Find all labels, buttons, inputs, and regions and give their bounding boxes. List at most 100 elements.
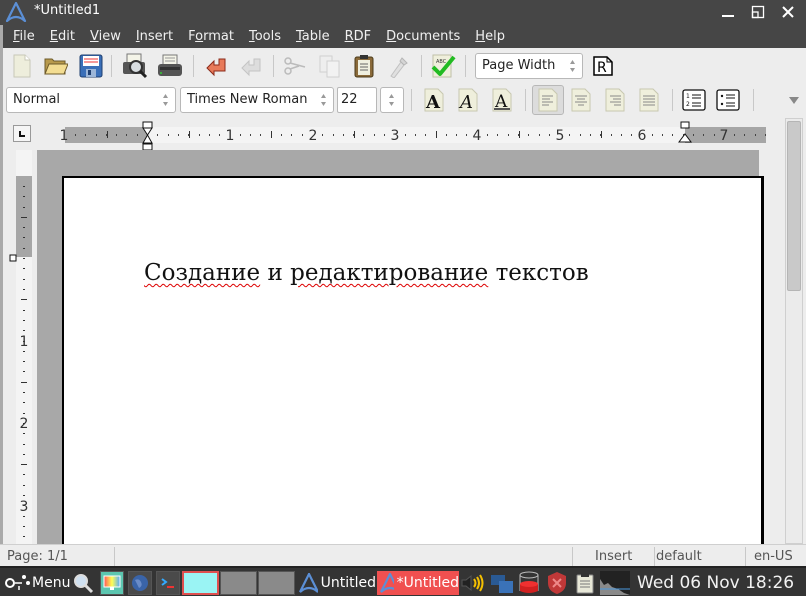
- vertical-ruler[interactable]: 1 2 3: [0, 150, 37, 544]
- word[interactable]: текстов: [496, 260, 589, 286]
- menu-help[interactable]: Help: [475, 29, 505, 44]
- document-text[interactable]: Создание и редактирование текстов: [144, 260, 589, 286]
- ruler-tick: [106, 134, 107, 136]
- align-center-icon[interactable]: [568, 87, 594, 113]
- vertical-scrollbar[interactable]: [785, 118, 803, 544]
- word[interactable]: и: [267, 260, 282, 286]
- menu-label-rest: ools: [254, 29, 281, 44]
- font-size-input[interactable]: 22: [337, 87, 377, 113]
- vruler-label: 1: [20, 334, 29, 350]
- web-browser-icon[interactable]: [128, 571, 152, 595]
- numbered-list-icon[interactable]: 12: [681, 87, 707, 113]
- abiword-icon: [380, 573, 394, 593]
- security-shield-icon[interactable]: [546, 571, 568, 595]
- bulleted-list-icon[interactable]: [715, 87, 741, 113]
- menu-documents[interactable]: Documents: [386, 29, 460, 44]
- print-icon[interactable]: [157, 53, 183, 79]
- font-size-spinner[interactable]: [380, 87, 404, 113]
- volume-icon[interactable]: [460, 571, 486, 595]
- terminal-icon[interactable]: [156, 571, 180, 595]
- ruler-tick: [631, 134, 632, 136]
- task-untitled[interactable]: Untitled: [296, 571, 376, 595]
- bold-icon[interactable]: A: [421, 87, 447, 113]
- vruler-tick: [21, 464, 27, 465]
- vruler-tick: [23, 207, 25, 208]
- clipboard-icon[interactable]: [576, 571, 594, 595]
- underline-icon[interactable]: A: [489, 87, 515, 113]
- print-preview-icon[interactable]: [122, 53, 148, 79]
- workspace-3[interactable]: [258, 571, 295, 595]
- ruler-tick: [590, 134, 591, 136]
- language-indicator[interactable]: en-US: [746, 547, 806, 566]
- zoom-select[interactable]: Page Width: [475, 53, 583, 79]
- menu-table[interactable]: Table: [296, 29, 330, 44]
- window-title: *Untitled1: [34, 3, 101, 18]
- align-left-icon[interactable]: [532, 85, 564, 115]
- menu-rdf[interactable]: RDF: [345, 29, 372, 44]
- italic-icon[interactable]: A: [455, 87, 481, 113]
- toolbar-overflow-icon[interactable]: [781, 87, 806, 113]
- ruler-tick: [219, 134, 220, 136]
- ruler-tick: [157, 134, 158, 136]
- menu-format[interactable]: Format: [188, 29, 234, 44]
- document-page[interactable]: Создание и редактирование текстов: [62, 176, 764, 556]
- ruler-tick: [333, 134, 334, 136]
- ruler-tick: [765, 134, 766, 136]
- ruler-major-tick: [601, 131, 602, 138]
- paste-icon[interactable]: [351, 53, 377, 79]
- spinner-arrows-icon: [389, 94, 394, 106]
- redo-icon[interactable]: [238, 53, 264, 79]
- copy-icon[interactable]: [317, 53, 343, 79]
- cpu-monitor-graph[interactable]: [600, 571, 630, 595]
- new-document-icon[interactable]: [9, 53, 35, 79]
- network-icon[interactable]: [489, 571, 515, 595]
- minimize-button[interactable]: [718, 3, 738, 21]
- ruler-tick: [302, 134, 303, 136]
- undo-icon[interactable]: [203, 53, 229, 79]
- toolbar-separator: [421, 55, 422, 77]
- ruler-tick: [240, 134, 241, 136]
- misspelled-word[interactable]: редактирование: [290, 260, 488, 286]
- menu-tools[interactable]: Tools: [249, 29, 281, 44]
- ruler-tick: [85, 134, 86, 136]
- display-settings-icon[interactable]: [100, 571, 124, 595]
- vruler-tick: [23, 248, 25, 249]
- workspace-2[interactable]: [220, 571, 257, 595]
- cut-icon[interactable]: [282, 53, 308, 79]
- page-indicator: Page: 1/1: [3, 547, 115, 566]
- align-right-icon[interactable]: [602, 87, 628, 113]
- misspelled-word[interactable]: Создание: [144, 260, 260, 286]
- disk-usage-icon[interactable]: [517, 571, 541, 595]
- close-button[interactable]: [778, 3, 798, 21]
- horizontal-ruler[interactable]: 1 1 2 3 4 5 6 7: [0, 116, 806, 150]
- format-painter-icon[interactable]: [385, 53, 411, 79]
- save-icon[interactable]: [78, 53, 104, 79]
- ruler-tick: [363, 134, 364, 136]
- menu-insert[interactable]: Insert: [136, 29, 173, 44]
- scrollbar-thumb[interactable]: [787, 121, 801, 291]
- revisions-icon[interactable]: R: [590, 53, 616, 79]
- menu-file[interactable]: File: [13, 29, 35, 44]
- restore-button[interactable]: [748, 3, 768, 21]
- spellcheck-icon[interactable]: ABC: [430, 53, 456, 79]
- clock[interactable]: Wed 06 Nov 18:26: [637, 571, 794, 595]
- menu-edit[interactable]: Edit: [50, 29, 75, 44]
- open-folder-icon[interactable]: [43, 53, 69, 79]
- search-icon[interactable]: [72, 571, 94, 595]
- menu-label-rest: rmat: [203, 29, 234, 44]
- ruler-label: 6: [638, 128, 647, 144]
- paragraph-style-select[interactable]: Normal: [6, 87, 176, 113]
- ruler-tick: [405, 134, 406, 136]
- workspace-1[interactable]: [182, 571, 219, 595]
- insert-mode-indicator[interactable]: Insert: [573, 547, 655, 566]
- font-family-select[interactable]: Times New Roman: [180, 87, 334, 113]
- abiword-logo-icon: [5, 1, 27, 26]
- mnemonic: D: [386, 29, 397, 44]
- align-justify-icon[interactable]: [636, 87, 662, 113]
- task-untitled-active[interactable]: *Untitled: [377, 571, 459, 595]
- toolbar-separator: [411, 89, 412, 111]
- start-menu-button[interactable]: Menu: [4, 571, 70, 595]
- ruler-label: 5: [556, 128, 565, 144]
- menu-view[interactable]: View: [90, 29, 121, 44]
- svg-text:2: 2: [686, 101, 690, 108]
